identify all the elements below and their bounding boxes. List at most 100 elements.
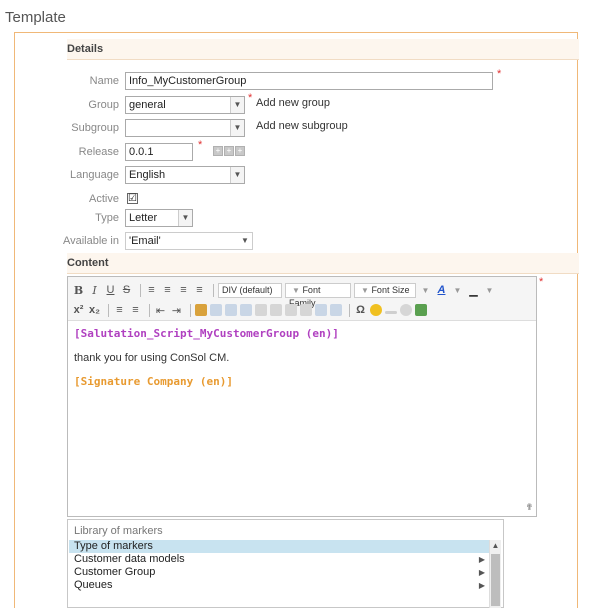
group-select[interactable]: general ▼ bbox=[125, 96, 245, 114]
table-row-icon[interactable] bbox=[225, 304, 237, 316]
emoticon-icon[interactable] bbox=[370, 304, 382, 316]
name-input[interactable]: Info_MyCustomerGroup bbox=[125, 72, 493, 90]
body-text: thank you for using ConSol CM. bbox=[74, 352, 230, 364]
row-after-icon[interactable] bbox=[285, 304, 297, 316]
list-item[interactable]: Customer Group ▶ bbox=[69, 566, 491, 579]
content-section-title: Content bbox=[67, 257, 109, 269]
major-version-button[interactable]: + bbox=[213, 146, 223, 156]
list-item-label: Customer data models bbox=[74, 553, 185, 565]
strikethrough-button[interactable]: S bbox=[120, 284, 133, 296]
subgroup-select[interactable]: ▼ bbox=[125, 119, 245, 137]
type-row: Type Letter ▼ bbox=[15, 209, 575, 227]
active-label: Active bbox=[89, 193, 119, 205]
language-label: Language bbox=[70, 169, 119, 181]
subscript-button[interactable]: x₂ bbox=[88, 304, 101, 316]
active-row: Active ☑ bbox=[15, 190, 575, 208]
edit-html-icon[interactable] bbox=[195, 304, 207, 316]
chevron-down-icon: ▼ bbox=[230, 167, 244, 183]
rich-text-editor[interactable]: B I U S ≡ ≡ ≡ ≡ DIV (default) ▼ Font Fam… bbox=[67, 276, 537, 517]
group-row: Group general ▼ * Add new group bbox=[15, 92, 575, 114]
editor-content[interactable]: [Salutation_Script_MyCustomerGroup (en)]… bbox=[74, 327, 532, 388]
font-size-value: Font Size bbox=[371, 284, 410, 295]
release-increment-buttons: + + + bbox=[213, 146, 245, 156]
language-select[interactable]: English ▼ bbox=[125, 166, 245, 184]
italic-button[interactable]: I bbox=[88, 284, 101, 297]
patch-version-button[interactable]: + bbox=[235, 146, 245, 156]
horizontal-rule-icon[interactable] bbox=[385, 310, 397, 314]
chevron-right-icon: ▶ bbox=[478, 568, 485, 577]
cell-props-icon[interactable] bbox=[315, 304, 327, 316]
scrollbar-thumb[interactable] bbox=[491, 554, 500, 606]
library-scrollbar[interactable]: ▲ bbox=[489, 540, 501, 608]
insert-table-icon[interactable] bbox=[210, 304, 222, 316]
outdent-icon[interactable]: ⇤ bbox=[154, 304, 167, 317]
list-item-label: Queues bbox=[74, 579, 113, 591]
chevron-up-icon[interactable]: ▲ bbox=[490, 540, 501, 552]
font-family-select[interactable]: ▼ Font Family bbox=[285, 282, 351, 308]
chevron-down-icon: ▼ bbox=[361, 285, 369, 295]
available-in-row: Available in 'Email' ▼ bbox=[15, 232, 575, 250]
available-in-select-value: 'Email' bbox=[129, 235, 161, 247]
name-label: Name bbox=[89, 75, 119, 87]
toolbar-separator bbox=[213, 283, 214, 297]
content-section-header: Content bbox=[67, 253, 579, 274]
name-required-mark: * bbox=[497, 68, 502, 80]
underline-button[interactable]: U bbox=[104, 284, 117, 296]
toolbar-separator bbox=[349, 303, 350, 317]
special-char-omega-icon[interactable]: Ω bbox=[354, 304, 367, 316]
minor-version-button[interactable]: + bbox=[224, 146, 234, 156]
chevron-right-icon: ▶ bbox=[478, 555, 485, 564]
list-item[interactable]: Customer data models ▶ bbox=[69, 553, 491, 566]
editor-toolbar: B I U S ≡ ≡ ≡ ≡ DIV (default) ▼ Font Fam… bbox=[68, 277, 536, 321]
group-select-value: general bbox=[129, 99, 166, 111]
list-item-label: Type of markers bbox=[74, 540, 153, 552]
highlight-color-icon[interactable]: ▁ bbox=[467, 284, 480, 297]
marker-type-list[interactable]: Type of markers Customer data models ▶ C… bbox=[69, 540, 491, 592]
type-select[interactable]: Letter ▼ bbox=[125, 209, 193, 227]
table-column-icon[interactable] bbox=[240, 304, 252, 316]
name-row: Name Info_MyCustomerGroup * bbox=[15, 68, 575, 90]
align-justify-icon[interactable]: ≡ bbox=[193, 284, 206, 296]
font-size-select[interactable]: ▼ Font Size bbox=[354, 282, 416, 298]
chevron-down-icon: ▼ bbox=[453, 285, 462, 295]
row-props-icon[interactable] bbox=[330, 304, 342, 316]
numbered-list-icon[interactable]: ≡ bbox=[129, 304, 142, 316]
toolbar-separator bbox=[140, 283, 141, 297]
bullet-list-icon[interactable]: ≡ bbox=[113, 304, 126, 316]
add-new-subgroup-link[interactable]: Add new subgroup bbox=[256, 117, 348, 135]
group-label: Group bbox=[88, 99, 119, 111]
split-cell-icon[interactable] bbox=[255, 304, 267, 316]
release-row: Release 0.0.1 * + + + bbox=[15, 139, 575, 161]
signature-marker: [Signature Company (en)] bbox=[74, 375, 233, 388]
chevron-down-icon: ▼ bbox=[292, 285, 300, 295]
align-left-icon[interactable]: ≡ bbox=[145, 284, 158, 296]
release-required-mark: * bbox=[198, 139, 203, 151]
superscript-button[interactable]: x² bbox=[72, 304, 85, 316]
details-section-header: Details bbox=[67, 39, 579, 60]
list-item[interactable]: Type of markers bbox=[69, 540, 491, 553]
toolbar-separator bbox=[108, 303, 109, 317]
resize-handle-icon[interactable]: ✟ bbox=[523, 502, 533, 513]
add-new-group-link[interactable]: Add new group bbox=[256, 94, 330, 112]
language-select-value: English bbox=[129, 169, 166, 181]
insert-image-icon[interactable] bbox=[415, 304, 427, 316]
available-in-select[interactable]: 'Email' ▼ bbox=[125, 232, 253, 250]
bold-button[interactable]: B bbox=[72, 284, 85, 297]
chevron-down-icon: ▼ bbox=[485, 285, 494, 295]
list-item[interactable]: Queues ▶ bbox=[69, 579, 491, 592]
media-icon[interactable] bbox=[400, 304, 412, 316]
align-right-icon[interactable]: ≡ bbox=[177, 284, 190, 296]
indent-icon[interactable]: ⇥ bbox=[170, 304, 183, 317]
format-select[interactable]: DIV (default) bbox=[218, 282, 282, 298]
group-required-mark: * bbox=[248, 92, 253, 104]
details-section-title: Details bbox=[67, 43, 104, 55]
release-input[interactable]: 0.0.1 bbox=[125, 143, 193, 161]
align-center-icon[interactable]: ≡ bbox=[161, 284, 174, 296]
font-color-icon[interactable]: A bbox=[435, 284, 448, 296]
marker-library: Library of markers Type of markers Custo… bbox=[67, 519, 504, 608]
type-select-value: Letter bbox=[129, 212, 158, 224]
active-checkbox[interactable]: ☑ bbox=[127, 193, 138, 204]
toolbar-separator bbox=[190, 303, 191, 317]
merge-cell-icon[interactable] bbox=[270, 304, 282, 316]
col-after-icon[interactable] bbox=[300, 304, 312, 316]
